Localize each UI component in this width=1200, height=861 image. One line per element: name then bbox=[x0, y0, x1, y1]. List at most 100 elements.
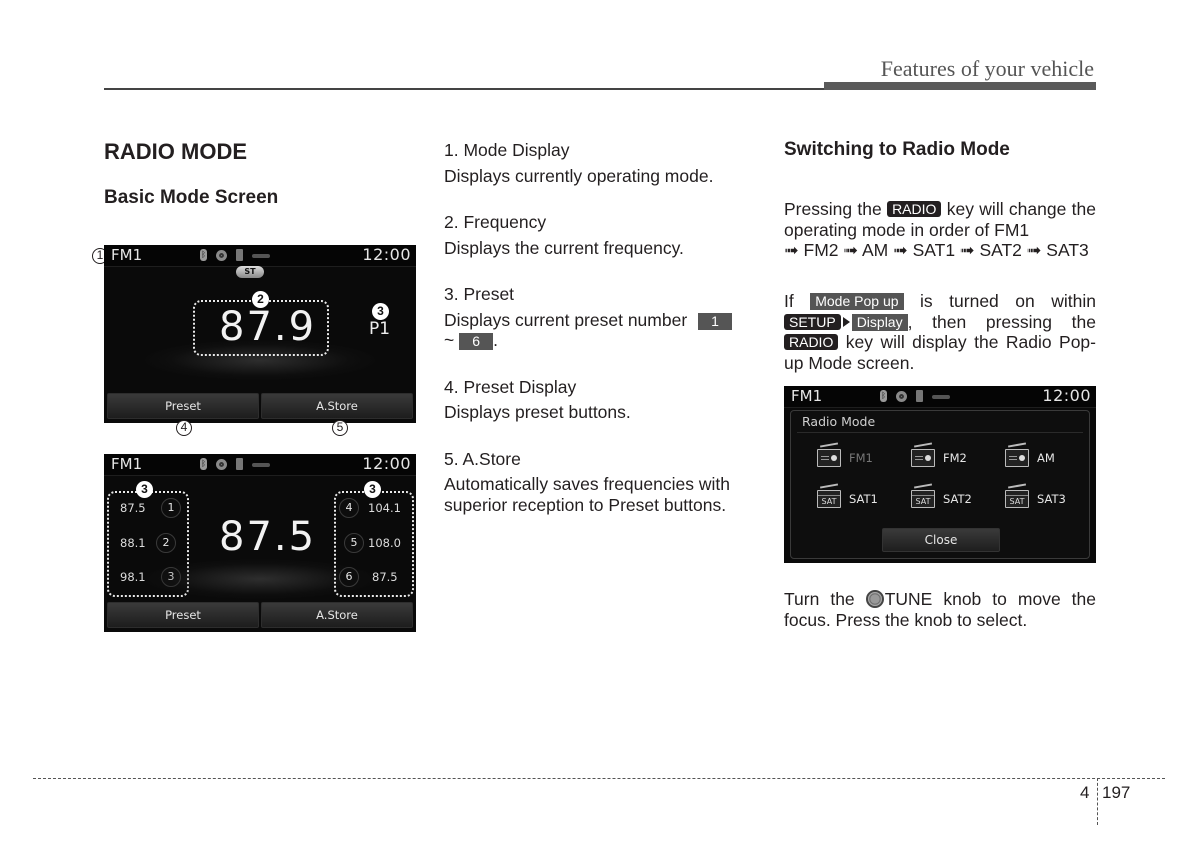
radio-icon bbox=[911, 449, 935, 467]
preset-freq-3[interactable]: 98.1 bbox=[120, 570, 146, 584]
option-label: SAT3 bbox=[1037, 492, 1066, 506]
preset-button[interactable]: Preset bbox=[107, 602, 259, 628]
footer-divider bbox=[1097, 778, 1098, 825]
disc-icon bbox=[896, 390, 907, 402]
bluetooth-icon: ᛒ bbox=[200, 249, 207, 261]
subheading-basic-mode: Basic Mode Screen bbox=[104, 187, 279, 208]
preset-freq-6[interactable]: 87.5 bbox=[372, 570, 398, 584]
mode-option-fm2[interactable]: FM2 bbox=[911, 449, 967, 467]
usb-icon bbox=[236, 249, 243, 261]
preset-freq-1[interactable]: 87.5 bbox=[120, 501, 146, 515]
option-label: AM bbox=[1037, 451, 1055, 465]
mode-option-sat3[interactable]: SAT SAT3 bbox=[1005, 490, 1066, 508]
callout-descriptions: 1. Mode Display Displays currently opera… bbox=[444, 140, 758, 541]
chapter-number: 4 bbox=[1080, 783, 1090, 802]
preset-number-6[interactable]: 6 bbox=[339, 567, 359, 587]
option-label: FM1 bbox=[849, 451, 873, 465]
arrow-right-icon bbox=[842, 316, 850, 327]
header-bar bbox=[824, 82, 1096, 90]
mode-option-sat1[interactable]: SAT SAT1 bbox=[817, 490, 878, 508]
radio-preset-screen: FM1 ᛒ 12:00 3 87.5 1 88.1 2 98.1 3 87.5 … bbox=[104, 454, 416, 632]
preset-freq-5[interactable]: 108.0 bbox=[368, 536, 401, 550]
bottom-button-bar: Preset A.Store bbox=[107, 393, 413, 419]
mode-display: FM1 bbox=[111, 455, 143, 473]
item-desc: Automatically saves frequencies with sup… bbox=[444, 474, 730, 515]
tune-label: TUNE bbox=[884, 589, 933, 609]
text: , then pressing the bbox=[907, 311, 1096, 332]
stereo-badge: ST bbox=[236, 266, 264, 278]
preset-indicator: P1 bbox=[369, 319, 391, 339]
item-title: 3. Preset bbox=[444, 284, 515, 304]
period: . bbox=[493, 330, 498, 350]
description-preset-display: 4. Preset Display Displays preset button… bbox=[444, 377, 758, 423]
callout-3: 3 bbox=[136, 481, 153, 498]
description-preset: 3. Preset Displays current preset number… bbox=[444, 284, 758, 351]
footer-rule bbox=[33, 778, 1165, 779]
radio-mode-popup: Radio Mode FM1 FM2 AM SAT SAT1 SAT SAT2 … bbox=[790, 410, 1090, 559]
close-button[interactable]: Close bbox=[882, 528, 1000, 552]
popup-divider bbox=[797, 432, 1083, 433]
bluetooth-icon: ᛒ bbox=[200, 458, 207, 470]
clock: 12:00 bbox=[362, 245, 411, 264]
page-heading: RADIO MODE bbox=[104, 139, 247, 164]
callout-3: 3 bbox=[372, 303, 389, 320]
subheading-switching: Switching to Radio Mode bbox=[784, 139, 1010, 160]
status-bar: FM1 ᛒ 12:00 bbox=[784, 386, 1096, 408]
radio-icon bbox=[817, 449, 841, 467]
tune-knob-icon bbox=[865, 590, 884, 608]
item-title: 4. Preset Display bbox=[444, 376, 577, 397]
astore-button[interactable]: A.Store bbox=[261, 602, 413, 628]
mode-display: FM1 bbox=[791, 387, 823, 405]
item-title: 1. Mode Display bbox=[444, 140, 570, 160]
sat-radio-icon: SAT bbox=[911, 490, 935, 508]
bottom-button-bar: Preset A.Store bbox=[107, 602, 413, 628]
page-number: 197 bbox=[1102, 783, 1131, 802]
callout-4: 4 bbox=[176, 420, 192, 436]
aux-cable-icon bbox=[252, 463, 270, 467]
option-label: FM2 bbox=[943, 451, 967, 465]
disc-icon bbox=[216, 249, 227, 261]
item-desc: Displays current preset number bbox=[444, 309, 688, 330]
mode-display: FM1 bbox=[111, 246, 143, 264]
usb-icon bbox=[236, 458, 243, 470]
header-rule bbox=[104, 88, 824, 90]
mode-option-sat2[interactable]: SAT SAT2 bbox=[911, 490, 972, 508]
display-menu-label: Display bbox=[851, 313, 908, 331]
preset-box-6: 6 bbox=[459, 333, 494, 350]
radio-basic-screen: FM1 ᛒ 12:00 ST 2 87.9 3 P1 Preset A.Stor… bbox=[104, 245, 416, 423]
preset-freq-4[interactable]: 104.1 bbox=[368, 501, 401, 515]
clock: 12:00 bbox=[1042, 386, 1091, 405]
radio-key-label: RADIO bbox=[887, 201, 942, 217]
mode-option-fm1[interactable]: FM1 bbox=[817, 449, 873, 467]
preset-number-4[interactable]: 4 bbox=[339, 498, 359, 518]
description-mode-display: 1. Mode Display Displays currently opera… bbox=[444, 140, 758, 186]
status-icons: ᛒ bbox=[200, 458, 270, 470]
radio-icon bbox=[1005, 449, 1029, 467]
item-title: 2. Frequency bbox=[444, 212, 547, 232]
preset-number-5[interactable]: 5 bbox=[344, 533, 364, 553]
tilde: ~ bbox=[444, 330, 455, 350]
paragraph-radio-key: Pressing the RADIO key will change the o… bbox=[784, 199, 1096, 261]
description-astore: 5. A.Store Automatically saves frequenci… bbox=[444, 449, 758, 516]
frequency-display: 87.5 bbox=[219, 514, 317, 560]
radio-popup-screen: FM1 ᛒ 12:00 Radio Mode FM1 FM2 AM SAT SA… bbox=[784, 386, 1096, 563]
aux-cable-icon bbox=[252, 254, 270, 258]
sat-radio-icon: SAT bbox=[817, 490, 841, 508]
option-label: SAT1 bbox=[849, 492, 878, 506]
status-bar: FM1 ᛒ 12:00 bbox=[104, 454, 416, 476]
mode-option-am[interactable]: AM bbox=[1005, 449, 1055, 467]
status-icons: ᛒ bbox=[880, 390, 950, 402]
callout-5: 5 bbox=[332, 420, 348, 436]
item-desc: Displays currently operating mode. bbox=[444, 165, 714, 186]
preset-number-1[interactable]: 1 bbox=[161, 498, 181, 518]
paragraph-popup: If Mode Pop up is turned on within SETUP… bbox=[784, 291, 1096, 373]
text: Pressing the bbox=[784, 199, 882, 219]
frequency-display: 87.9 bbox=[219, 304, 317, 350]
item-desc: Displays preset buttons. bbox=[444, 402, 631, 422]
astore-button[interactable]: A.Store bbox=[261, 393, 413, 419]
paragraph-tune-knob: Turn the TUNE knob to move the focus. Pr… bbox=[784, 589, 1096, 630]
preset-button[interactable]: Preset bbox=[107, 393, 259, 419]
preset-number-2[interactable]: 2 bbox=[156, 533, 176, 553]
preset-freq-2[interactable]: 88.1 bbox=[120, 536, 146, 550]
disc-icon bbox=[216, 458, 227, 470]
